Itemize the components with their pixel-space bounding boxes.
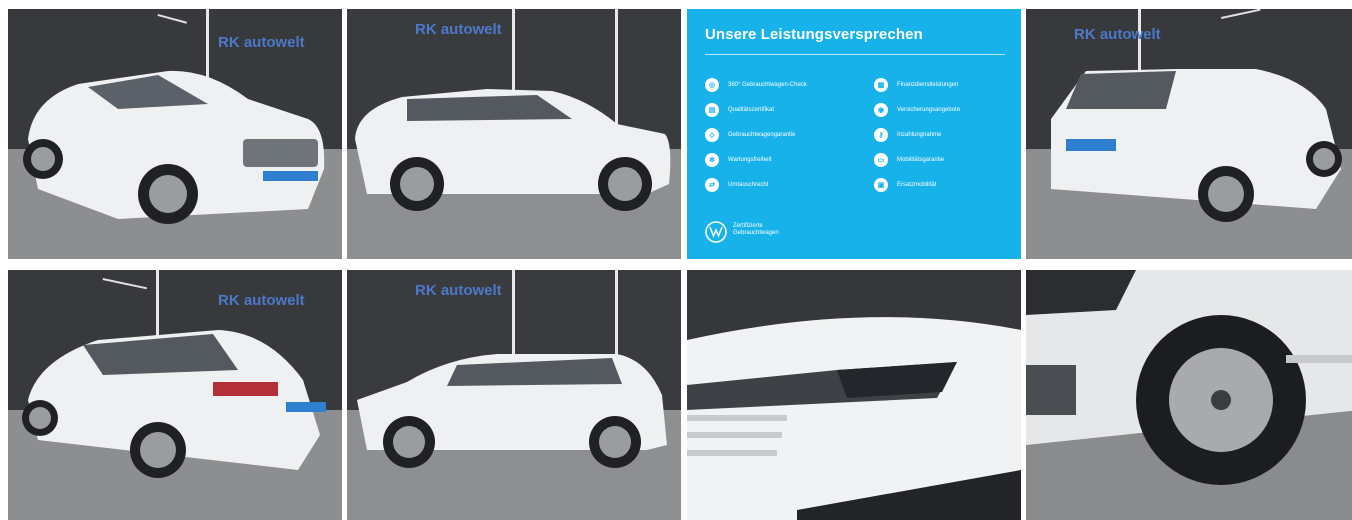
key-icon: ⚷ [874, 128, 888, 142]
promo-item-replacement: ▣ Ersatzmobilität [874, 178, 936, 192]
car-photo-rear-threequarter-left: RK autowelt [8, 270, 342, 520]
car-photo-front-threequarter: RK autowelt [8, 9, 342, 259]
promo-item-exchange: ⇄ Umtauschrecht [705, 178, 768, 192]
vw-certified-label: Zertifizierte Gebrauchtwagen [733, 223, 779, 236]
promo-item-finance: ▦ Finanzdienstleistungen [874, 78, 958, 92]
watermark-logo: RK autowelt [218, 34, 305, 51]
watermark-logo: RK autowelt [1074, 26, 1161, 43]
car-photo-side-right: RK autowelt [347, 9, 681, 259]
gallery-image-5[interactable]: RK autowelt [8, 270, 342, 520]
replacement-car-icon: ▣ [874, 178, 888, 192]
watermark-logo: RK autowelt [415, 282, 502, 299]
watermark-logo: RK autowelt [415, 21, 502, 38]
car-photo-headlight-closeup [687, 270, 1021, 520]
wrench-icon: ✻ [705, 153, 719, 167]
gallery-image-2[interactable]: RK autowelt [347, 9, 681, 259]
promo-panel[interactable]: Unsere Leistungsversprechen ◎ 360° Gebrau… [687, 9, 1021, 259]
gallery-image-1[interactable]: RK autowelt [8, 9, 342, 259]
car-photo-side-left: RK autowelt [347, 270, 681, 520]
promo-item-check: ◎ 360° Gebrauchtwagen-Check [705, 78, 807, 92]
promo-divider [705, 54, 1005, 55]
promo-item-mobility: ▭ Mobilitätsgarantie [874, 153, 944, 167]
finance-icon: ▦ [874, 78, 888, 92]
gallery-image-7[interactable] [687, 270, 1021, 520]
exchange-icon: ⇄ [705, 178, 719, 192]
promo-item-warranty: ◇ Gebrauchtwagengarantie [705, 128, 795, 142]
promo-item-maintenance: ✻ Wartungsfreiheit [705, 153, 771, 167]
certificate-icon: ▤ [705, 103, 719, 117]
search-car-icon: ◎ [705, 78, 719, 92]
watermark-logo: RK autowelt [218, 292, 305, 309]
gallery-image-4[interactable]: RK autowelt [1026, 9, 1352, 259]
promo-title: Unsere Leistungsversprechen [705, 26, 923, 43]
promo-item-certificate: ▤ Qualitätszertifikat [705, 103, 774, 117]
gallery-image-8[interactable] [1026, 270, 1352, 520]
car-icon: ▭ [874, 153, 888, 167]
vw-logo-icon [705, 221, 727, 243]
insurance-icon: ◉ [874, 103, 888, 117]
gallery-image-6[interactable]: RK autowelt [347, 270, 681, 520]
promo-item-insurance: ◉ Versicherungsangebote [874, 103, 960, 117]
car-photo-wheel-closeup [1026, 270, 1352, 520]
car-photo-rear-threequarter-right: RK autowelt [1026, 9, 1352, 259]
shield-icon: ◇ [705, 128, 719, 142]
promo-item-tradein: ⚷ Inzahlungnahme [874, 128, 941, 142]
